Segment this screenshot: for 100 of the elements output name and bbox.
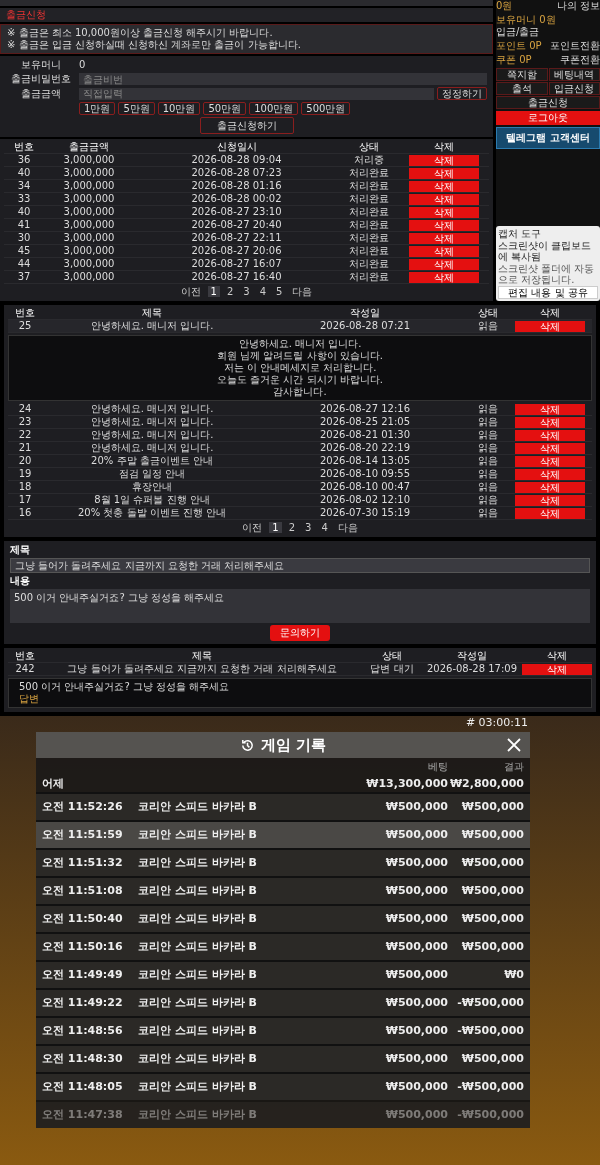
record-row[interactable]: 오전 11:49:22 코리안 스피드 바카라 B ₩500,000 -₩500,000 [36,988,530,1016]
page-button[interactable]: 1 [207,286,220,297]
table-cell-text: 2026-08-27 20:40 [190,219,283,231]
page-button[interactable]: 다음 [289,286,316,297]
record-row[interactable]: 오전 11:50:40 코리안 스피드 바카라 B ₩500,000 ₩500,000 [36,904,530,932]
delete-button[interactable]: 삭제 [409,154,479,166]
table-cell[interactable]: 점검 일정 안내 [42,468,262,480]
delete-button[interactable]: 삭제 [515,507,585,519]
delete-button[interactable]: 삭제 [515,481,585,493]
page-button[interactable]: 4 [318,522,331,533]
table-cell-text: 처리완료 [348,232,390,244]
record-row[interactable]: 오전 11:50:16 코리안 스피드 바카라 B ₩500,000 ₩500,000 [36,932,530,960]
logout-button[interactable]: 로그아웃 [496,111,600,125]
table-cell[interactable]: 안녕하세요. 매니저 입니다. [42,442,262,454]
table-cell-text: 읽음 [477,494,499,506]
record-row[interactable]: 오전 11:48:05 코리안 스피드 바카라 B ₩500,000 -₩500,000 [36,1072,530,1100]
dialog-title: 게임 기록 [260,736,327,754]
toast-button[interactable]: 편집 내용 및 공유 [498,286,598,299]
password-field[interactable]: 출금비번 [79,73,487,85]
delete-button[interactable]: 삭제 [409,258,479,270]
delete-button[interactable]: 삭제 [409,232,479,244]
delete-button[interactable]: 삭제 [409,206,479,218]
delete-button[interactable]: 삭제 [409,271,479,283]
record-row[interactable]: 오전 11:51:32 코리안 스피드 바카라 B ₩500,000 ₩500,000 [36,848,530,876]
telegram-banner[interactable]: 텔레그램 고객센터 [496,127,600,149]
table-cell[interactable]: 휴장안내 [42,481,262,493]
table-cell[interactable]: 20% 첫충 돌발 이벤트 진행 안내 [42,507,262,519]
page-button[interactable]: 1 [269,522,282,533]
sidebar-button[interactable]: 입금신청 [548,82,600,95]
amount-button[interactable]: 100만원 [249,102,299,115]
column-header: 제목 [141,307,163,319]
delete-button[interactable]: 삭제 [515,494,585,506]
page-button[interactable]: 3 [240,286,253,297]
submit-button[interactable]: 문의하기 [270,625,330,641]
delete-button[interactable]: 삭제 [409,193,479,205]
balance-value: 0 [79,59,86,71]
delete-button[interactable]: 삭제 [515,429,585,441]
page-button[interactable]: 이전 [239,522,266,533]
delete-button[interactable]: 삭제 [515,320,585,332]
page-button[interactable]: 2 [285,522,298,533]
delete-button[interactable]: 삭제 [409,180,479,192]
table-cell[interactable]: 안녕하세요. 매니저 입니다. [42,320,262,332]
column-header: 작성일 [349,307,381,319]
sidebar-link[interactable]: 쿠폰전환 [560,54,600,66]
sidebar-link[interactable]: 나의 정보 [556,0,600,12]
record-result: ₩500,000 [460,1053,524,1065]
delete-button[interactable]: 삭제 [515,468,585,480]
table-cell[interactable]: 안녕하세요. 매니저 입니다. [42,416,262,428]
sidebar-link[interactable]: 입금/출금 [496,26,540,38]
table-cell-text: 3,000,000 [62,245,116,257]
record-row[interactable]: 오전 11:49:49 코리안 스피드 바카라 B ₩500,000 ₩0 [36,960,530,988]
subject-field[interactable]: 그냥 들어가 돌려주세요 지금까지 요청한 거래 처리해주세요 [10,558,590,573]
page-button[interactable]: 4 [256,286,270,297]
table-cell[interactable]: 그냥 들어가 돌려주세요 지금까지 요청한 거래 처리해주세요 [42,663,362,675]
amount-button[interactable]: 1만원 [79,102,116,115]
table-cell-text: 읽음 [477,455,499,467]
amount-field[interactable]: 직접입력 [79,87,434,100]
sidebar-link[interactable]: 포인트전환 [550,40,600,52]
record-time: 오전 11:51:08 [42,885,124,897]
column-header: 삭제 [433,141,455,153]
reset-button[interactable]: 정정하기 [437,87,487,100]
page-button[interactable]: 2 [223,286,237,297]
delete-button[interactable]: 삭제 [515,403,585,415]
table-cell-text: 18 [17,481,33,493]
sidebar-button[interactable]: 베팅내역 [548,68,600,81]
delete-button[interactable]: 삭제 [515,416,585,428]
sidebar-button[interactable]: 출석 [496,82,548,95]
record-result: ₩500,000 [460,801,524,813]
page-button[interactable]: 다음 [334,522,361,533]
page-button[interactable]: 이전 [177,286,204,297]
amount-button[interactable]: 10만원 [157,102,201,115]
table-cell[interactable]: 안녕하세요. 매니저 입니다. [42,429,262,441]
summary-bet: ₩13,300,000 [365,778,448,790]
record-game: 코리안 스피드 바카라 B [138,1025,258,1037]
sidebar-button[interactable]: 쪽지함 [496,68,548,81]
amount-button[interactable]: 500만원 [301,102,351,115]
delete-button[interactable]: 삭제 [409,245,479,257]
amount-button[interactable]: 50만원 [203,102,247,115]
record-row[interactable]: 오전 11:52:26 코리안 스피드 바카라 B ₩500,000 ₩500,000 [36,792,530,820]
page-button[interactable]: 5 [273,286,286,297]
sidebar-button[interactable]: 출금신청 [496,96,600,109]
page-button[interactable]: 3 [302,522,315,533]
record-row[interactable]: 오전 11:48:30 코리안 스피드 바카라 B ₩500,000 ₩500,000 [36,1044,530,1072]
delete-button[interactable]: 삭제 [409,219,479,231]
record-row[interactable]: 오전 11:51:08 코리안 스피드 바카라 B ₩500,000 ₩500,000 [36,876,530,904]
delete-button[interactable]: 삭제 [515,442,585,454]
close-icon[interactable] [506,737,522,753]
record-row[interactable]: 오전 11:51:59 코리안 스피드 바카라 B ₩500,000 ₩500,000 [36,820,530,848]
content-field[interactable]: 500 이거 안내주실거죠? 그냥 정성을 해주세요 [10,589,590,623]
table-cell[interactable]: 안녕하세요. 매니저 입니다. [42,403,262,415]
amount-button[interactable]: 5만원 [118,102,155,115]
table-cell[interactable]: 8월 1일 슈퍼볼 진행 안내 [42,494,262,506]
submit-button[interactable]: 출금신청하기 [199,117,294,134]
record-row[interactable]: 오전 11:47:38 코리안 스피드 바카라 B ₩500,000 -₩500,000 [36,1100,530,1128]
delete-button[interactable]: 삭제 [515,455,585,467]
delete-button[interactable]: 삭제 [409,167,479,179]
delete-button[interactable]: 삭제 [522,663,592,675]
record-row[interactable]: 오전 11:48:56 코리안 스피드 바카라 B ₩500,000 -₩500,000 [36,1016,530,1044]
record-result: ₩500,000 [460,829,524,841]
table-cell[interactable]: 20% 주말 출금이벤트 안내 [42,455,262,467]
